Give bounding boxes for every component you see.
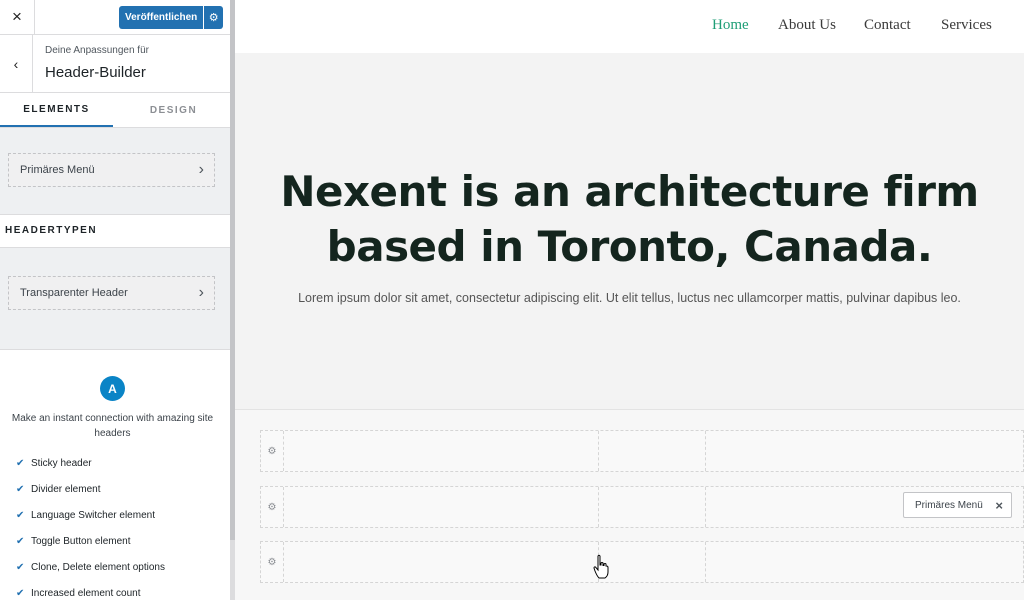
section-header-types: HEADERTYPEN	[0, 214, 230, 248]
chevron-right-icon: ›	[198, 161, 204, 178]
feature-item: ✔ Divider element	[16, 484, 101, 495]
hero-section: Nexent is an architecture firm based in …	[235, 53, 1024, 409]
nav-about-us[interactable]: About Us	[778, 17, 836, 34]
site-nav: Home About Us Contact Services	[235, 0, 1024, 53]
publish-group: Veröffentlichen ⚙	[119, 6, 223, 29]
tab-design[interactable]: DESIGN	[117, 93, 230, 127]
feature-item: ✔ Increased element count	[16, 588, 141, 599]
upgrade-promo: A Make an instant connection with amazin…	[0, 349, 230, 600]
panel-tabs: ELEMENTS DESIGN	[0, 93, 230, 128]
check-icon: ✔	[16, 588, 25, 599]
promo-text: Make an instant connection with amazing …	[11, 413, 214, 439]
publish-button[interactable]: Veröffentlichen	[119, 6, 204, 29]
chip-label: Primäres Menü	[915, 499, 983, 511]
section-titlebar: ‹ Deine Anpassungen für Header-Builder	[0, 35, 230, 93]
site-preview: Home About Us Contact Services Nexent is…	[235, 0, 1024, 600]
nav-home[interactable]: Home	[712, 17, 749, 34]
nav-services[interactable]: Services	[941, 17, 992, 34]
feature-item: ✔ Toggle Button element	[16, 536, 131, 547]
feature-item: ✔ Language Switcher element	[16, 510, 155, 521]
gear-icon[interactable]: ⚙	[261, 487, 284, 527]
primary-menu-label: Primäres Menü	[20, 164, 95, 176]
tab-elements[interactable]: ELEMENTS	[0, 93, 113, 127]
column-divider	[705, 542, 706, 582]
transparent-header-item[interactable]: Transparenter Header ›	[8, 276, 215, 310]
close-icon[interactable]: ×	[995, 498, 1003, 513]
transparent-header-label: Transparenter Header	[20, 287, 128, 299]
astra-logo-icon: A	[100, 376, 125, 401]
primary-menu-chip[interactable]: Primäres Menü ×	[903, 492, 1012, 518]
feature-item: ✔ Sticky header	[16, 458, 92, 469]
builder-row-above[interactable]: ⚙	[260, 430, 1024, 472]
panel-title: Header-Builder	[45, 64, 146, 81]
hero-text: Lorem ipsum dolor sit amet, consectetur …	[298, 291, 961, 305]
column-divider	[598, 431, 599, 471]
feature-item: ✔ Clone, Delete element options	[16, 562, 165, 573]
customizer-topbar: × Veröffentlichen ⚙	[0, 0, 230, 35]
chevron-right-icon: ›	[198, 284, 204, 301]
check-icon: ✔	[16, 562, 25, 573]
check-icon: ✔	[16, 484, 25, 495]
gear-icon[interactable]: ⚙	[204, 6, 223, 29]
builder-row-below[interactable]: ⚙	[260, 541, 1024, 583]
check-icon: ✔	[16, 510, 25, 521]
hand-cursor-icon	[593, 554, 609, 579]
column-divider	[598, 487, 599, 527]
back-icon[interactable]: ‹	[0, 35, 33, 92]
column-divider	[705, 431, 706, 471]
gear-icon[interactable]: ⚙	[261, 431, 284, 471]
column-divider	[705, 487, 706, 527]
breadcrumb-subtitle: Deine Anpassungen für	[45, 45, 149, 56]
close-icon[interactable]: ×	[0, 0, 35, 34]
check-icon: ✔	[16, 536, 25, 547]
customizer-sidebar: × Veröffentlichen ⚙ ‹ Deine Anpassungen …	[0, 0, 236, 600]
check-icon: ✔	[16, 458, 25, 469]
nav-contact[interactable]: Contact	[864, 17, 911, 34]
feature-list: ✔ Sticky header ✔ Divider element ✔ Languag…	[16, 458, 165, 600]
hero-title: Nexent is an architecture firm based in …	[280, 167, 979, 271]
primary-menu-item[interactable]: Primäres Menü ›	[8, 153, 215, 187]
gear-icon[interactable]: ⚙	[261, 542, 284, 582]
